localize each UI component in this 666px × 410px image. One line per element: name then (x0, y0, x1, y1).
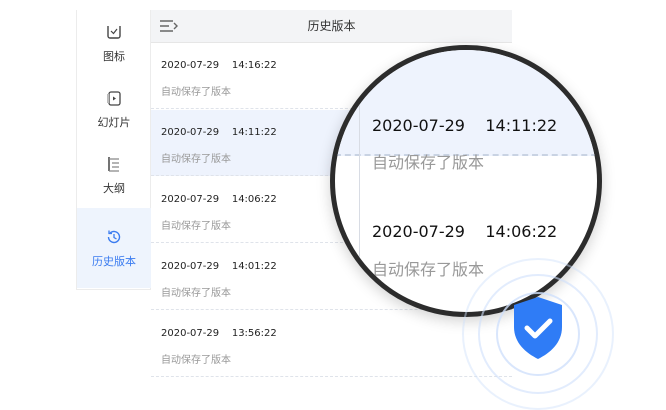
version-timestamp: 2020-07-29 13:56:22 (161, 328, 277, 339)
page-title: 历史版本 (307, 19, 356, 33)
version-note: 自动保存了版本 (161, 221, 231, 232)
version-timestamp: 2020-07-29 14:11:22 (161, 127, 277, 138)
sidebar-item-label: 大纲 (103, 182, 125, 195)
sidebar-item-outline[interactable]: 大纲 (77, 142, 151, 208)
version-note: 自动保存了版本 (161, 87, 231, 98)
sidebar-item-history[interactable]: 历史版本 (77, 208, 151, 288)
version-timestamp: 2020-07-29 14:06:22 (161, 194, 277, 205)
sidebar-item-label: 幻灯片 (97, 116, 131, 129)
magnified-version: 2020-07-29 14:06:22 自动保存了版本 (335, 156, 597, 279)
magnified-timestamp: 2020-07-29 14:11:22 (372, 116, 558, 135)
outline-icon (104, 154, 124, 174)
sidebar: 图标 幻灯片 大纲 历史版本 (76, 10, 151, 290)
version-item[interactable]: 2020-07-29 13:56:22 自动保存了版本 (151, 311, 512, 377)
version-note: 自动保存了版本 (161, 154, 231, 165)
history-header: 历史版本 (151, 10, 512, 43)
slides-icon (104, 88, 124, 108)
magnified-version-selected: 2020-07-29 14:11:22 自动保存了版本 (335, 50, 597, 172)
version-timestamp: 2020-07-29 14:01:22 (161, 261, 277, 272)
sidebar-item-icons[interactable]: 图标 (77, 10, 151, 76)
security-badge (462, 258, 614, 410)
sidebar-item-slides[interactable]: 幻灯片 (77, 76, 151, 142)
sidebar-item-label: 图标 (103, 50, 125, 63)
sidebar-item-label: 历史版本 (92, 255, 136, 268)
divider (359, 50, 360, 312)
version-timestamp: 2020-07-29 14:16:22 (161, 60, 277, 71)
shield-check-icon (514, 297, 562, 359)
version-note: 自动保存了版本 (161, 355, 231, 366)
magnified-timestamp: 2020-07-29 14:06:22 (372, 222, 558, 241)
version-note: 自动保存了版本 (161, 288, 231, 299)
icon-library-icon (104, 22, 124, 42)
history-icon (104, 227, 124, 247)
